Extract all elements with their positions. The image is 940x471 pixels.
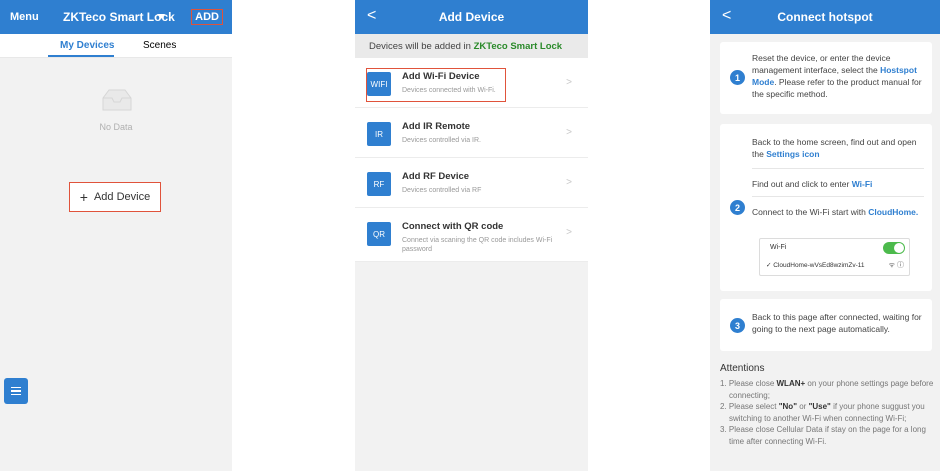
device-tabs: My Devices Scenes bbox=[0, 34, 232, 58]
list-item-rf[interactable]: RF Add RF Device Devices controlled via … bbox=[355, 158, 588, 208]
step-2-card: Back to the home screen, find out and op… bbox=[720, 124, 932, 291]
destination-home: ZKTeco Smart Lock bbox=[473, 41, 563, 52]
settings-icon-link: Settings icon bbox=[766, 149, 820, 159]
step-1-card: 1 Reset the device, or enter the device … bbox=[720, 42, 932, 114]
destination-prefix: Devices will be added in bbox=[369, 41, 471, 52]
highlight-box bbox=[366, 68, 506, 102]
step-2c-label: Connect to the Wi-Fi start with bbox=[752, 207, 866, 217]
item-title: Add IR Remote bbox=[402, 121, 471, 132]
step-1-text-b: . Please refer to the product manual for… bbox=[752, 77, 922, 99]
attention-number: 1. bbox=[720, 379, 727, 388]
add-device-button[interactable]: + Add Device bbox=[69, 182, 161, 212]
attention-text: Please close bbox=[728, 379, 775, 388]
divider bbox=[752, 168, 924, 169]
chevron-right-icon: > bbox=[566, 77, 572, 88]
device-type-list: WIFI Add Wi-Fi Device Devices connected … bbox=[355, 58, 588, 262]
list-menu-button[interactable] bbox=[4, 378, 28, 404]
hamburger-icon bbox=[11, 387, 21, 395]
home-screen: Menu ZKTeco Smart Lock ADD My Devices Sc… bbox=[0, 0, 232, 471]
divider bbox=[752, 196, 924, 197]
connect-hotspot-screen: < Connect hotspot 1 Reset the device, or… bbox=[710, 0, 940, 471]
item-subtitle: Devices controlled via IR. bbox=[402, 137, 481, 144]
home-topbar: Menu ZKTeco Smart Lock ADD bbox=[0, 0, 232, 34]
step-2a-text: Back to the home screen, find out and op… bbox=[752, 136, 924, 160]
chevron-right-icon: > bbox=[566, 227, 572, 238]
attention-bold: "No" bbox=[778, 402, 797, 411]
wifi-settings-illustration: Wi-Fi ✓ CloudHome-wVsEd8wzimZv-11 ᯤ ⓘ bbox=[759, 238, 910, 276]
active-tab-indicator bbox=[48, 55, 114, 57]
attention-text: Please select bbox=[728, 402, 777, 411]
wifi-link: Wi-Fi bbox=[851, 179, 873, 189]
tab-scenes[interactable]: Scenes bbox=[143, 40, 176, 51]
no-data-label: No Data bbox=[99, 122, 133, 132]
plus-icon: + bbox=[79, 189, 88, 205]
network-row: ✓ CloudHome-wVsEd8wzimZv-11 bbox=[766, 261, 865, 269]
attention-number: 3. bbox=[720, 425, 727, 434]
list-item-ir[interactable]: IR Add IR Remote Devices controlled via … bbox=[355, 108, 588, 158]
item-subtitle: Connect via scaning the QR code includes… bbox=[402, 237, 553, 253]
attentions-title: Attentions bbox=[720, 363, 765, 374]
page-title: Add Device bbox=[438, 10, 505, 24]
attention-item: 1. Please close WLAN+ on your phone sett… bbox=[720, 378, 934, 401]
list-item-wifi[interactable]: WIFI Add Wi-Fi Device Devices connected … bbox=[355, 58, 588, 108]
item-title: Add RF Device bbox=[402, 171, 470, 182]
page-title: Connect hotspot bbox=[777, 10, 873, 24]
add-device-topbar: < Add Device bbox=[355, 0, 588, 34]
attention-bold: WLAN+ bbox=[776, 379, 806, 388]
step-1-text-a: Reset the device, or enter the device ma… bbox=[752, 53, 891, 75]
menu-button[interactable]: Menu bbox=[10, 11, 39, 23]
rf-icon: RF bbox=[367, 172, 391, 196]
step-2c-text: Connect to the Wi-Fi start with CloudHom… bbox=[752, 207, 919, 217]
wifi-toggle-icon bbox=[883, 242, 905, 254]
add-device-screen: < Add Device Devices will be added in ZK… bbox=[355, 0, 588, 471]
step-3-card: 3 Back to this page after connected, wai… bbox=[720, 299, 932, 351]
wifi-label: Wi-Fi bbox=[770, 244, 787, 251]
step-2b-text: Find out and click to enter Wi-Fi bbox=[752, 178, 924, 190]
attention-number: 2. bbox=[720, 402, 727, 411]
add-device-label: Add Device bbox=[93, 191, 151, 203]
attentions-list: 1. Please close WLAN+ on your phone sett… bbox=[720, 378, 934, 447]
item-title: Connect with QR code bbox=[402, 221, 504, 232]
hotspot-topbar: < Connect hotspot bbox=[710, 0, 940, 34]
step-2-badge: 2 bbox=[730, 200, 745, 215]
step-2b-label: Find out and click to enter bbox=[752, 179, 850, 189]
step-1-badge: 1 bbox=[730, 70, 745, 85]
attention-item: 3. Please close Cellular Data if stay on… bbox=[720, 424, 934, 447]
destination-notice: Devices will be added in ZKTeco Smart Lo… bbox=[355, 34, 588, 58]
cloudhome-link: CloudHome bbox=[868, 207, 916, 217]
network-name: CloudHome-wVsEd8wzimZv-11 bbox=[773, 262, 865, 269]
empty-inbox-icon bbox=[102, 89, 132, 111]
chevron-right-icon: > bbox=[566, 177, 572, 188]
add-button[interactable]: ADD bbox=[191, 9, 223, 25]
list-item-qr[interactable]: QR Connect with QR code Connect via scan… bbox=[355, 208, 588, 262]
attention-bold: "Use" bbox=[808, 402, 831, 411]
attention-item: 2. Please select "No" or "Use" if your p… bbox=[720, 401, 934, 424]
signal-info-icon: ᯤ ⓘ bbox=[888, 262, 904, 269]
ir-icon: IR bbox=[367, 122, 391, 146]
attention-text: or bbox=[799, 402, 807, 411]
chevron-right-icon: > bbox=[566, 127, 572, 138]
tab-my-devices[interactable]: My Devices bbox=[60, 40, 114, 51]
step-3-badge: 3 bbox=[730, 318, 745, 333]
qr-icon: QR bbox=[367, 222, 391, 246]
step-3-text: Back to this page after connected, waiti… bbox=[752, 312, 922, 334]
step-1-text: Reset the device, or enter the device ma… bbox=[752, 52, 924, 100]
caret-down-icon[interactable] bbox=[157, 14, 165, 19]
item-subtitle: Devices controlled via RF bbox=[402, 187, 482, 194]
checkmark-icon: ✓ bbox=[766, 262, 772, 269]
attention-text: Please close Cellular Data if stay on th… bbox=[728, 425, 926, 446]
